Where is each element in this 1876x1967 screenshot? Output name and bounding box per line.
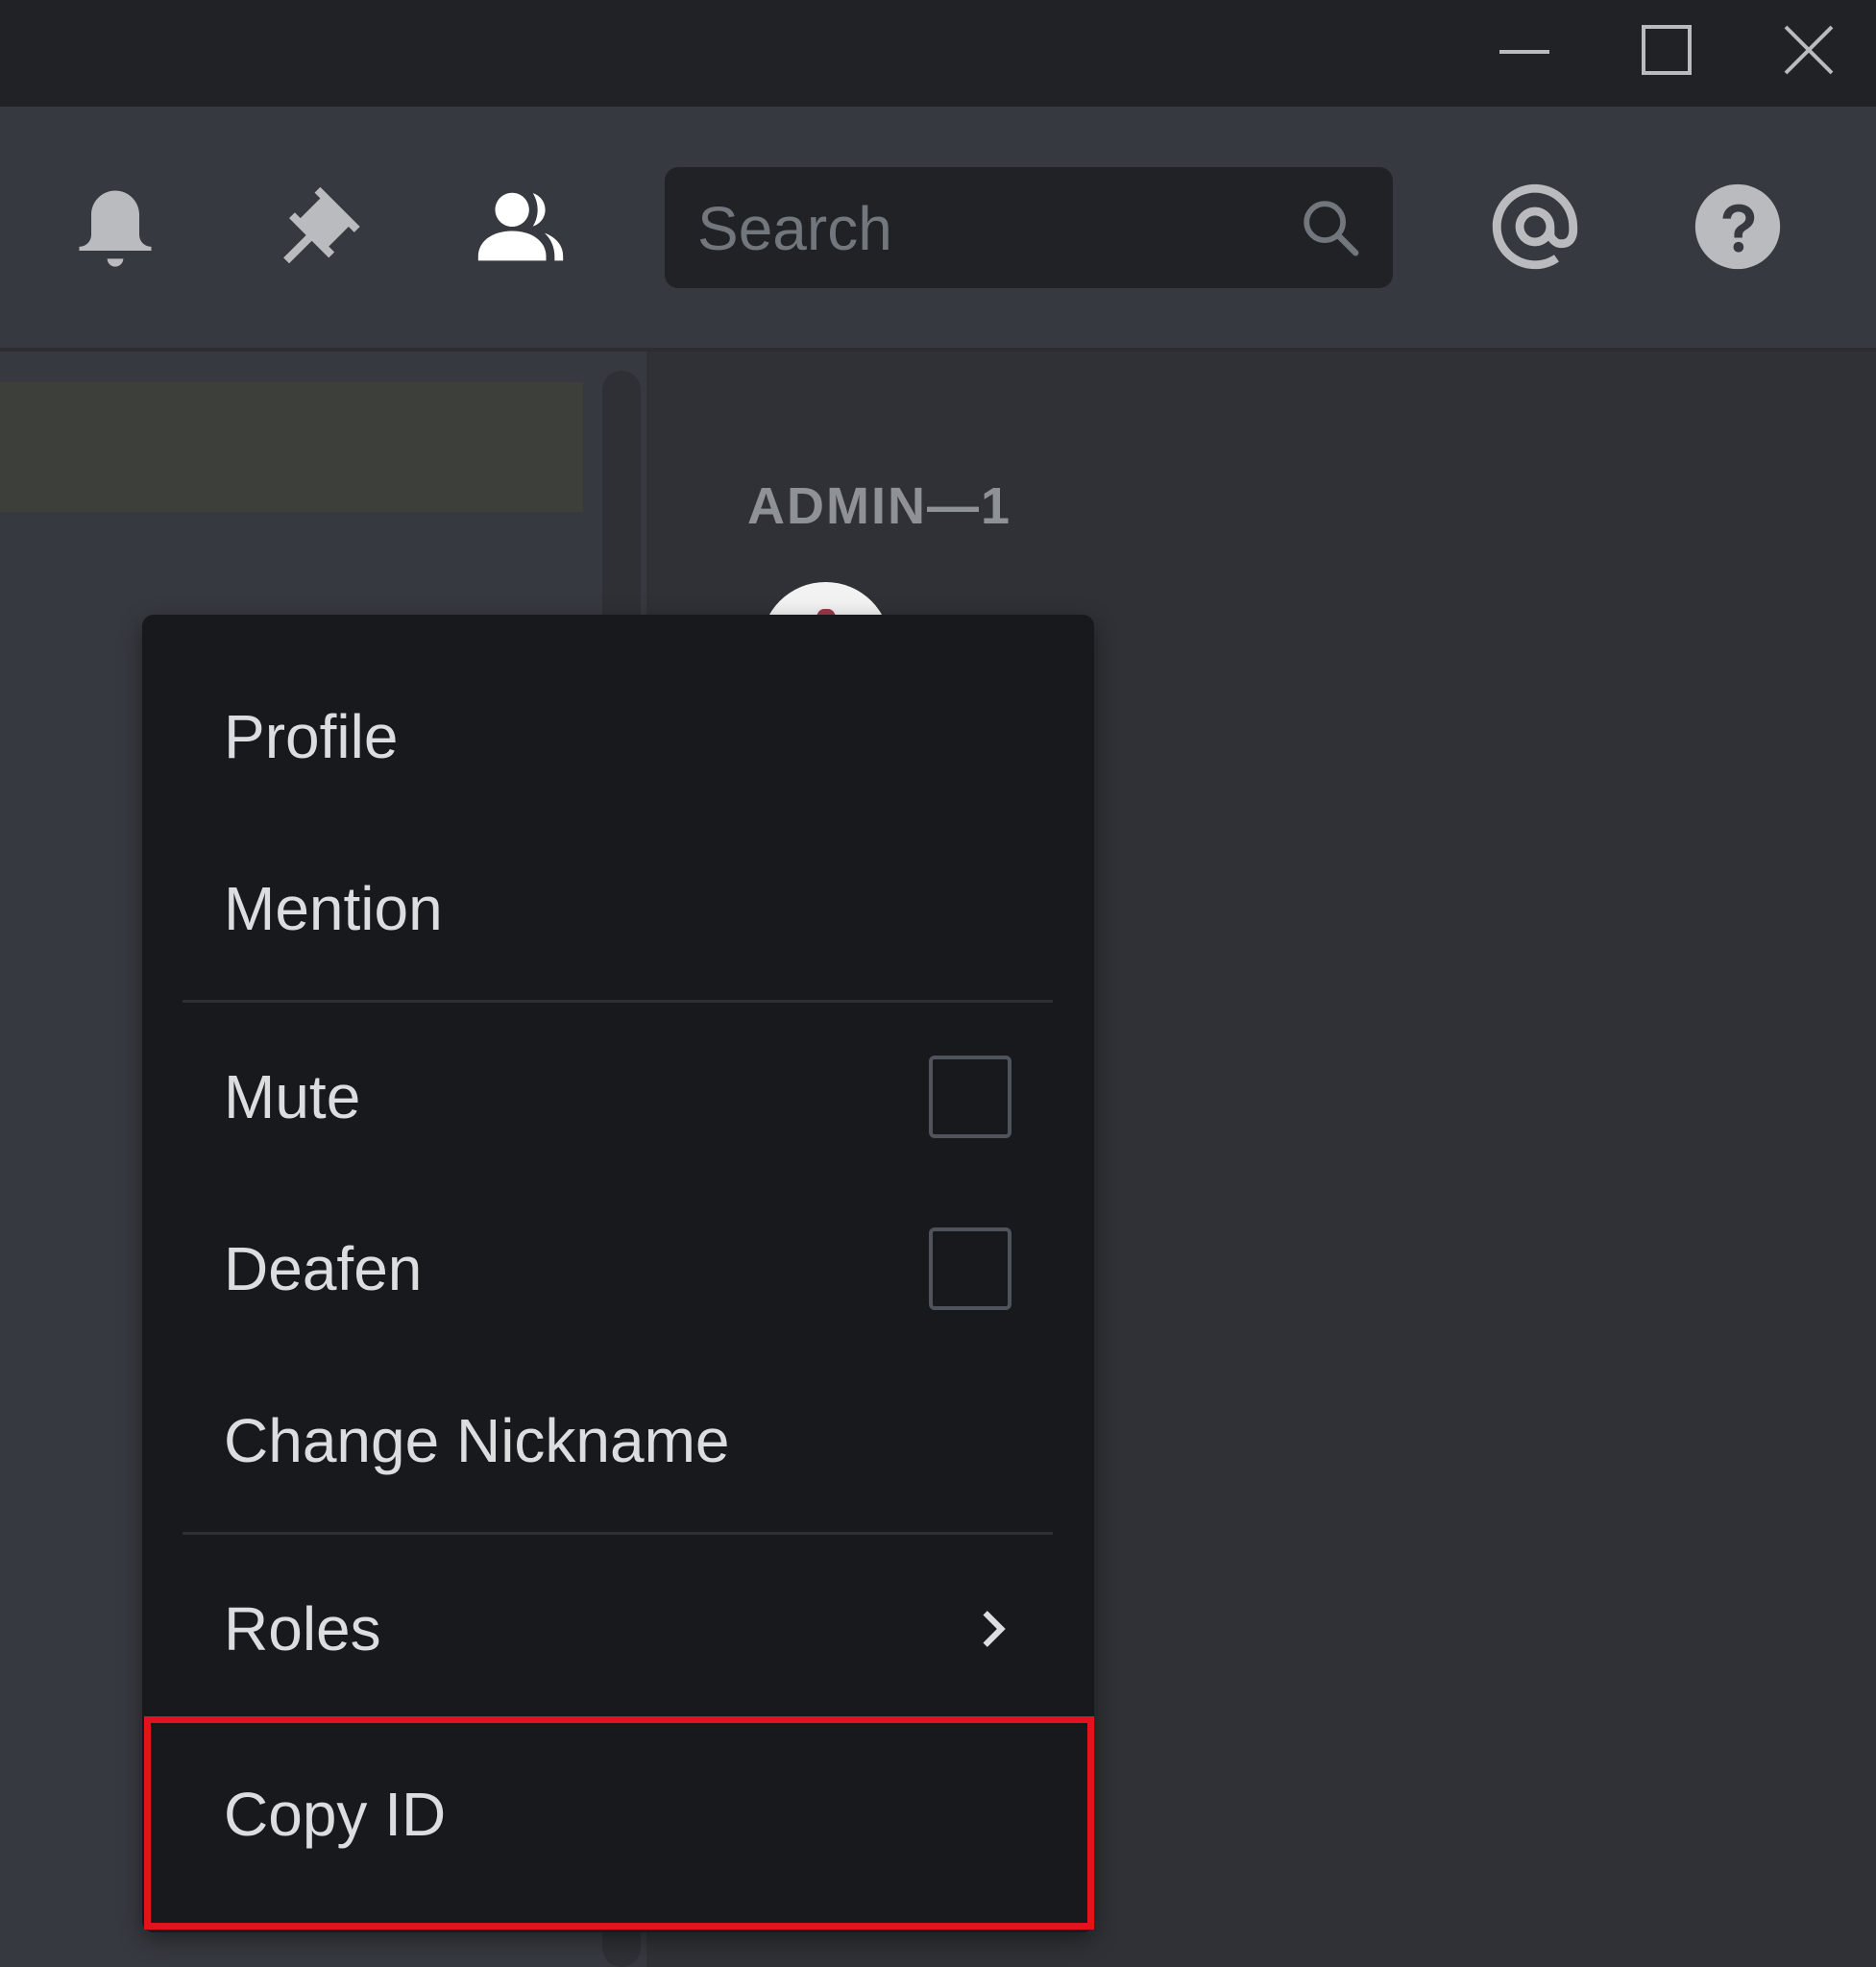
chevron-right-icon — [983, 1611, 1006, 1647]
maximize-icon — [1642, 25, 1692, 75]
help-icon — [1694, 183, 1781, 270]
menu-item-label: Mention — [224, 874, 443, 943]
pinned-messages-button[interactable] — [267, 174, 373, 279]
help-button[interactable] — [1685, 174, 1791, 279]
mute-checkbox[interactable] — [929, 1056, 1011, 1138]
menu-divider — [183, 1532, 1053, 1535]
menu-item-label: Change Nickname — [224, 1406, 730, 1475]
search-box[interactable] — [665, 167, 1393, 290]
bell-icon — [79, 190, 152, 267]
menu-item-profile[interactable]: Profile — [142, 665, 1094, 809]
pin-icon — [283, 186, 360, 264]
highlighted-message — [0, 382, 583, 512]
mentions-button[interactable] — [1482, 174, 1588, 279]
title-bar — [0, 0, 1876, 107]
at-mention-icon — [1492, 183, 1578, 270]
menu-item-deafen[interactable]: Deafen — [142, 1197, 1094, 1341]
member-list-button[interactable] — [468, 174, 573, 279]
close-icon — [1784, 25, 1834, 75]
channel-toolbar — [0, 107, 1876, 352]
menu-item-roles[interactable]: Roles — [142, 1557, 1094, 1701]
menu-item-mention[interactable]: Mention — [142, 837, 1094, 981]
search-icon[interactable] — [1297, 194, 1364, 261]
menu-divider — [183, 1000, 1053, 1003]
menu-item-label: Profile — [224, 702, 399, 771]
close-button[interactable] — [1780, 21, 1838, 79]
user-context-menu: Profile Mention Mute Deafen Change Nickn… — [142, 615, 1094, 1932]
menu-item-copy-id[interactable]: Copy ID — [142, 1742, 1094, 1886]
menu-item-change-nickname[interactable]: Change Nickname — [142, 1369, 1094, 1513]
menu-item-mute[interactable]: Mute — [142, 1025, 1094, 1169]
maximize-button[interactable] — [1638, 21, 1695, 79]
minimize-icon — [1499, 50, 1549, 54]
deafen-checkbox[interactable] — [929, 1227, 1011, 1310]
members-icon — [477, 192, 564, 261]
menu-item-label: Copy ID — [224, 1780, 447, 1849]
role-header: ADMIN—1 — [747, 477, 1012, 535]
notifications-button[interactable] — [62, 174, 168, 279]
search-input[interactable] — [695, 167, 1276, 290]
menu-item-label: Roles — [224, 1594, 381, 1663]
minimize-button[interactable] — [1496, 21, 1553, 79]
